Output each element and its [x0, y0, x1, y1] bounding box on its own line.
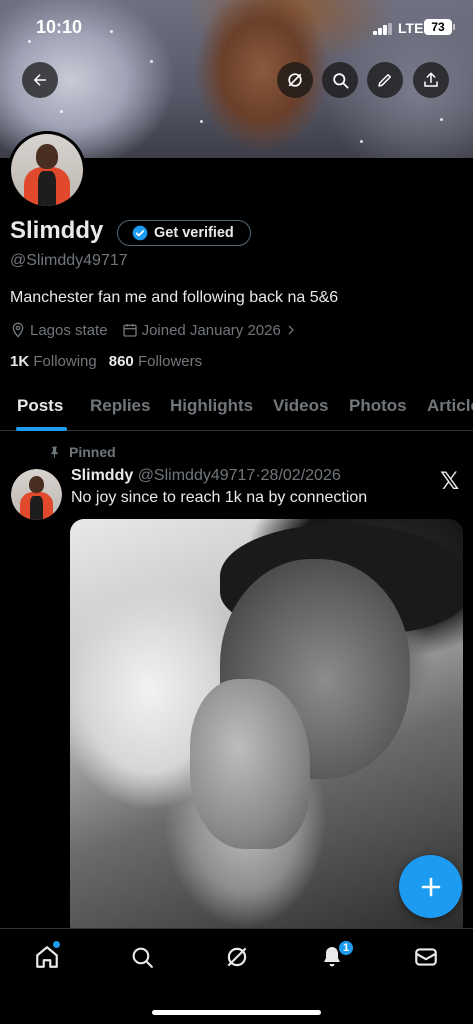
network-label: LTE [398, 20, 424, 36]
chevron-right-icon [288, 325, 294, 335]
grok-icon [227, 947, 247, 967]
share-button[interactable] [413, 62, 449, 98]
edit-button[interactable] [367, 62, 403, 98]
followers-count: 860 [108, 353, 134, 370]
pinned-indicator: Pinned [48, 444, 116, 460]
post-header: Slimddy @Slimddy49717·28/02/2026 [71, 467, 341, 485]
profile-avatar[interactable] [8, 131, 86, 209]
tab-articles[interactable]: Articles [427, 396, 473, 416]
tab-posts[interactable]: Posts [17, 396, 63, 416]
pinned-label: Pinned [69, 444, 116, 460]
back-button[interactable] [22, 62, 58, 98]
followers-label: Followers [137, 353, 203, 370]
nav-search[interactable] [127, 942, 157, 972]
status-bar: 10:10 LTE 73 [0, 0, 473, 54]
messages-icon [415, 948, 437, 966]
followers-link[interactable]: 860 Followers [109, 353, 202, 370]
post-author-name[interactable]: Slimddy [71, 467, 133, 484]
get-verified-label: Get verified [154, 225, 234, 241]
location-pin-icon [12, 322, 24, 338]
status-time: 10:10 [36, 17, 83, 37]
tab-videos[interactable]: Videos [273, 396, 328, 416]
compose-button[interactable] [399, 855, 462, 918]
bottom-nav: 1 [0, 928, 473, 1024]
verified-badge-icon [132, 225, 148, 241]
notification-badge: 1 [337, 939, 355, 957]
plus-icon [421, 877, 440, 896]
grok-icon [288, 73, 302, 87]
active-tab-indicator [16, 427, 67, 431]
joined-text: Joined January 2026 [141, 321, 281, 339]
search-button[interactable] [322, 62, 358, 98]
get-verified-button[interactable]: Get verified [117, 220, 251, 246]
joined-date[interactable]: Joined January 2026 [122, 322, 297, 339]
post-author-handle[interactable]: @Slimddy49717 [138, 467, 256, 484]
pencil-icon [378, 74, 391, 87]
pin-icon [51, 446, 58, 458]
calendar-icon [122, 324, 137, 337]
following-count: 1K [10, 353, 30, 370]
avatar-image [11, 469, 62, 520]
tab-highlights[interactable]: Highlights [170, 396, 253, 416]
tab-photos[interactable]: Photos [349, 396, 407, 416]
post-text: No joy since to reach 1k na by connectio… [71, 489, 368, 506]
home-indicator [152, 1010, 321, 1015]
profile-name: Slimddy [10, 217, 104, 244]
x-logo-icon: 𝕏 [440, 467, 460, 495]
nav-messages[interactable] [411, 942, 441, 972]
avatar-image [11, 134, 83, 206]
location: Lagos state [10, 322, 108, 339]
profile-meta: Lagos state Joined January 2026 [10, 320, 311, 340]
share-icon [424, 72, 438, 87]
post-author-avatar[interactable] [11, 469, 62, 520]
battery-icon: 73 [424, 19, 455, 35]
follow-stats: 1K Following 860 Followers [10, 353, 202, 370]
arrow-left-icon [33, 74, 46, 86]
post-date[interactable]: 28/02/2026 [261, 467, 341, 484]
search-icon [132, 947, 153, 968]
nav-grok[interactable] [222, 942, 252, 972]
following-link[interactable]: 1K Following [10, 353, 97, 370]
home-unread-dot [53, 941, 60, 948]
tab-replies[interactable]: Replies [90, 396, 150, 416]
profile-handle: @Slimddy49717 [10, 252, 128, 269]
profile-tabs: Posts Replies Highlights Videos Photos A… [0, 390, 473, 431]
following-label: Following [33, 353, 97, 370]
grok-button[interactable] [277, 62, 313, 98]
search-icon [332, 72, 348, 88]
signal-icon [373, 23, 393, 35]
profile-bio: Manchester fan me and following back na … [10, 289, 339, 306]
location-text: Lagos state [30, 321, 108, 339]
